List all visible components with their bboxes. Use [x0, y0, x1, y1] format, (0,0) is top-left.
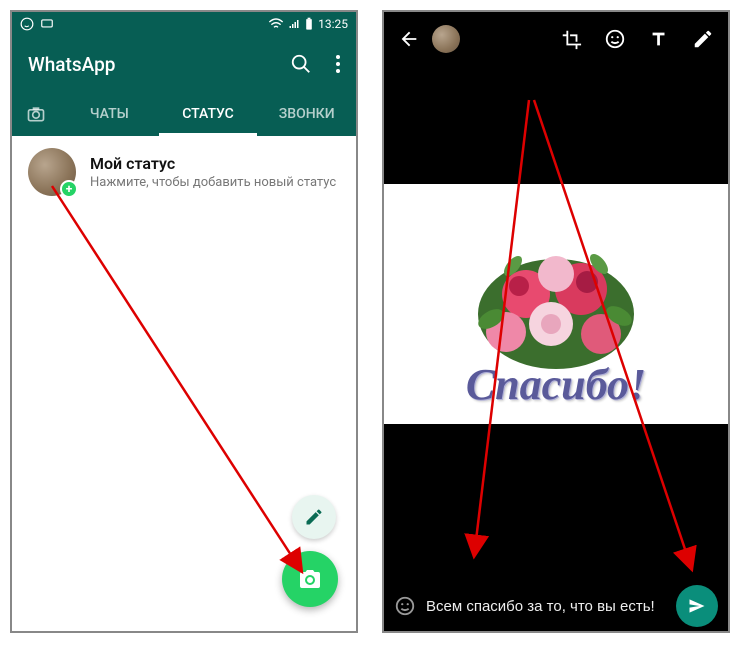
tab-calls[interactable]: ЗВОНКИ [257, 92, 356, 136]
phone-right-screen: Спасибо! [382, 10, 730, 633]
text-icon[interactable] [648, 28, 670, 50]
avatar[interactable] [432, 25, 460, 53]
caption-input[interactable] [426, 598, 666, 615]
system-status-bar: 13:25 [12, 12, 356, 36]
back-icon[interactable] [398, 28, 420, 50]
camera-icon [26, 104, 46, 124]
caption-bar [384, 581, 728, 631]
tab-chats[interactable]: ЧАТЫ [60, 92, 159, 136]
tab-camera[interactable] [12, 92, 60, 136]
whatsapp-header: WhatsApp [12, 36, 356, 92]
status-list: + Мой статус Нажмите, чтобы добавить нов… [12, 136, 356, 208]
crop-icon[interactable] [560, 28, 582, 50]
emoji-icon[interactable] [604, 28, 626, 50]
avatar-wrap: + [28, 148, 76, 196]
msg-icon [40, 17, 54, 31]
draw-icon[interactable] [692, 28, 714, 50]
status-image-preview[interactable]: Спасибо! [384, 184, 728, 424]
tab-status[interactable]: СТАТУС [159, 92, 258, 136]
tabs-bar: ЧАТЫ СТАТУС ЗВОНКИ [12, 92, 356, 136]
camera-icon [298, 567, 322, 591]
pencil-icon [304, 507, 324, 527]
text-status-button[interactable] [292, 495, 336, 539]
whatsapp-icon [20, 17, 34, 31]
app-title: WhatsApp [28, 53, 115, 76]
my-status-row[interactable]: + Мой статус Нажмите, чтобы добавить нов… [12, 136, 356, 208]
clock: 13:25 [318, 17, 348, 31]
add-status-badge: + [60, 180, 78, 198]
wifi-icon [268, 18, 284, 30]
status-text: Мой статус Нажмите, чтобы добавить новый… [90, 154, 340, 190]
flowers-image [384, 234, 728, 374]
more-icon[interactable] [336, 55, 340, 73]
image-caption-text: Спасибо! [384, 359, 728, 410]
send-button[interactable] [676, 585, 718, 627]
emoji-picker-icon[interactable] [394, 595, 416, 617]
my-status-title: Мой статус [90, 154, 340, 173]
my-status-subtitle: Нажмите, чтобы добавить новый статус [90, 175, 340, 190]
camera-status-button[interactable] [282, 551, 338, 607]
editor-toolbar [384, 12, 728, 66]
send-icon [687, 596, 707, 616]
phone-left-screen: 13:25 WhatsApp ЧАТЫ СТАТУС ЗВОНКИ + Мой … [10, 10, 358, 633]
search-icon[interactable] [290, 53, 312, 75]
battery-icon [304, 17, 314, 31]
signal-icon [288, 18, 300, 30]
